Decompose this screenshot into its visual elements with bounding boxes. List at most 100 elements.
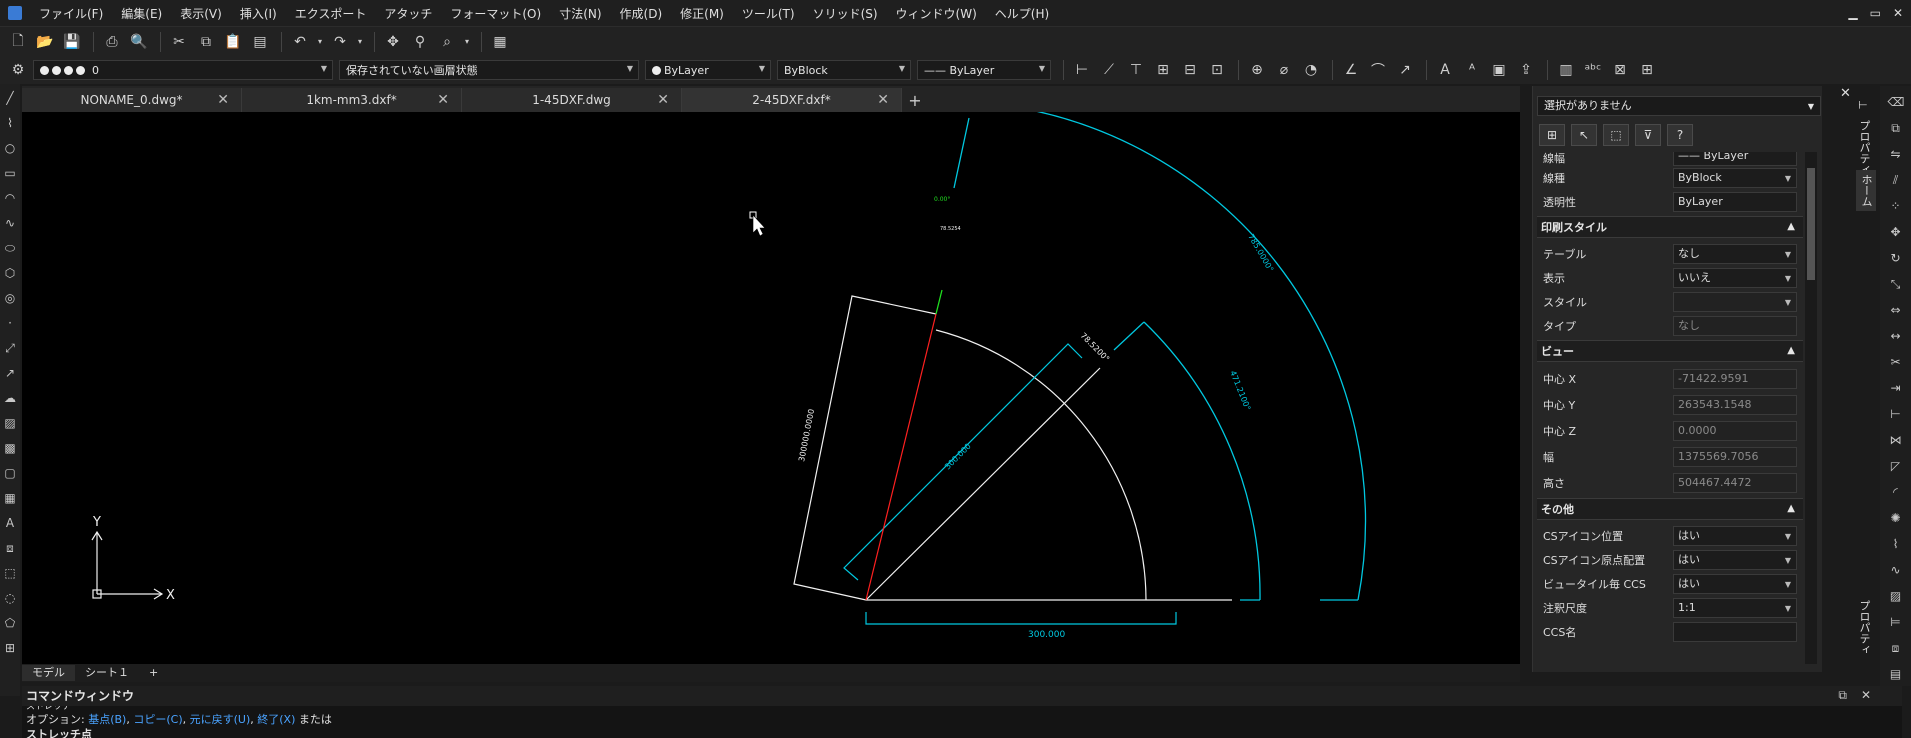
option-exit-link[interactable]: 終了(X): [257, 713, 295, 726]
rectangle-icon[interactable]: ▭: [2, 165, 18, 181]
align-icon[interactable]: ⊨: [1888, 614, 1904, 630]
help-icon[interactable]: ?: [1667, 124, 1693, 146]
drawing-canvas[interactable]: Y X 300.000 300.000 300000.0000 78.5200°…: [22, 112, 1520, 664]
dim-aligned-icon[interactable]: ⟋: [1097, 58, 1121, 82]
outer-arc[interactable]: [969, 112, 1367, 601]
ray-icon[interactable]: ↗: [2, 365, 18, 381]
layer-dropdown[interactable]: 0 ▼: [33, 60, 333, 80]
undo-icon[interactable]: ↶: [288, 30, 312, 54]
print-icon[interactable]: ⎙: [100, 30, 124, 54]
menu-item[interactable]: ソリッド(S): [804, 5, 887, 22]
bottom-dimension[interactable]: [865, 612, 1177, 625]
dim-update-icon[interactable]: ⇪: [1514, 58, 1538, 82]
circle-icon[interactable]: ○: [2, 140, 18, 156]
menu-item[interactable]: ツール(T): [733, 5, 804, 22]
print-preview-icon[interactable]: 🔍: [127, 30, 151, 54]
selected-line[interactable]: [865, 313, 937, 601]
drawing-svg[interactable]: Y X 300.000 300.000 300000.0000 78.5200°…: [22, 112, 1520, 664]
filter-select-icon[interactable]: ⊽: [1635, 124, 1661, 146]
rotate-icon[interactable]: ↻: [1888, 250, 1904, 266]
scale-icon[interactable]: ⤡: [1888, 276, 1904, 292]
close-icon[interactable]: ✕: [1861, 688, 1871, 703]
diagonal-line[interactable]: [865, 367, 1101, 601]
collapse-icon[interactable]: ▲: [1787, 503, 1795, 514]
menu-item[interactable]: ヘルプ(H): [986, 5, 1058, 22]
fillet-icon[interactable]: ◜: [1888, 484, 1904, 500]
restore-icon[interactable]: ▭: [1870, 6, 1881, 20]
spline-icon[interactable]: ∿: [2, 215, 18, 231]
middle-arc-tick[interactable]: [1113, 321, 1145, 351]
donut-icon[interactable]: ◎: [2, 290, 18, 306]
prop-value-dropdown[interactable]: ▼: [1673, 292, 1797, 312]
menu-item[interactable]: 表示(V): [171, 5, 231, 22]
move-icon[interactable]: ✥: [1888, 224, 1904, 240]
section-print-style[interactable]: 印刷スタイル ▲: [1537, 216, 1803, 238]
tab-sheet1[interactable]: シート１: [75, 665, 139, 681]
point-icon[interactable]: ·: [2, 315, 18, 331]
paste-icon[interactable]: 📋: [221, 30, 245, 54]
dim-arc-icon[interactable]: ⌒: [1366, 58, 1390, 82]
attribute-icon[interactable]: ⊞: [1635, 58, 1659, 82]
close-icon[interactable]: ✕: [1840, 86, 1851, 101]
menu-item[interactable]: ファイル(F): [30, 5, 112, 22]
stretch-icon[interactable]: ⇔: [1888, 302, 1904, 318]
table-icon[interactable]: ▥: [1554, 58, 1578, 82]
join-icon[interactable]: ⋈: [1888, 432, 1904, 448]
collapse-icon[interactable]: ▲: [1787, 345, 1795, 356]
prop-value-dropdown[interactable]: いいえ ▼: [1673, 268, 1797, 288]
mtext-icon[interactable]: A: [2, 515, 18, 531]
erase-icon[interactable]: ⌫: [1888, 94, 1905, 110]
add-tab-button[interactable]: +: [902, 88, 928, 112]
xline-icon[interactable]: ⤢: [2, 340, 18, 356]
text-edit-icon[interactable]: A: [1433, 58, 1457, 82]
arc-icon[interactable]: ◠: [2, 190, 18, 206]
tab-1km-mm3[interactable]: 1km-mm3.dxf* ✕: [242, 88, 462, 112]
menu-item[interactable]: フォーマット(O): [441, 5, 550, 22]
hatch-icon[interactable]: ▨: [2, 415, 18, 431]
prop-value-dropdown[interactable]: はい ▼: [1673, 550, 1797, 570]
wipeout-icon[interactable]: ◌: [2, 590, 18, 606]
color-dropdown[interactable]: ByLayer ▼: [645, 60, 771, 80]
break-icon[interactable]: ⊢: [1888, 406, 1904, 422]
menu-item[interactable]: 寸法(N): [550, 5, 610, 22]
image-icon[interactable]: ⬠: [2, 615, 18, 631]
zoom-window-icon[interactable]: ⌕: [435, 30, 459, 54]
close-icon[interactable]: ✕: [657, 92, 669, 108]
copy-icon[interactable]: ⧉: [194, 30, 218, 54]
toggle-pickadd-icon[interactable]: ⊞: [1539, 124, 1565, 146]
rotated-rectangle[interactable]: [793, 295, 937, 601]
prop-value-dropdown[interactable]: ByBlock ▼: [1673, 168, 1797, 188]
prop-value[interactable]: —— ByLayer: [1673, 152, 1797, 166]
prop-value-dropdown[interactable]: はい ▼: [1673, 526, 1797, 546]
tab-model[interactable]: モデル: [22, 665, 75, 681]
selection-dropdown[interactable]: 選択がありません ▼: [1537, 96, 1821, 116]
menu-item[interactable]: 編集(E): [112, 5, 171, 22]
zoom-dropdown-icon[interactable]: ▾: [462, 30, 472, 54]
dim-baseline-icon[interactable]: ⊞: [1151, 58, 1175, 82]
menu-item[interactable]: 修正(M): [671, 5, 733, 22]
add-layout-button[interactable]: +: [139, 665, 168, 681]
ellipse-icon[interactable]: ⬭: [2, 240, 18, 256]
edit-polyline-icon[interactable]: ⌇: [1888, 536, 1904, 552]
prop-value-dropdown[interactable]: 1:1 ▼: [1673, 598, 1797, 618]
revcloud-icon[interactable]: ☁: [2, 390, 18, 406]
tab-noname-0[interactable]: NONAME_0.dwg* ✕: [22, 88, 242, 112]
linetype-dropdown[interactable]: ByBlock ▼: [777, 60, 911, 80]
close-icon[interactable]: ✕: [1893, 6, 1903, 20]
close-icon[interactable]: ✕: [437, 92, 449, 108]
pan-icon[interactable]: ✥: [381, 30, 405, 54]
new-file-icon[interactable]: 🗋: [6, 30, 30, 54]
dim-center-icon[interactable]: ⊕: [1245, 58, 1269, 82]
explode-icon[interactable]: ✺: [1888, 510, 1904, 526]
pin-icon[interactable]: ⊥: [1856, 100, 1869, 110]
dim-quick-icon[interactable]: ⊡: [1205, 58, 1229, 82]
redo-icon[interactable]: ↷: [328, 30, 352, 54]
layer-state-dropdown[interactable]: 保存されていない画層状態 ▼: [339, 60, 639, 80]
scrollbar-thumb[interactable]: [1807, 168, 1815, 280]
close-icon[interactable]: ✕: [877, 92, 889, 108]
properties-icon[interactable]: ▤: [1888, 666, 1904, 682]
select-objects-icon[interactable]: ↖: [1571, 124, 1597, 146]
array-icon[interactable]: ⁘: [1888, 198, 1904, 214]
dim-angular-icon[interactable]: ∠: [1339, 58, 1363, 82]
table-icon[interactable]: ▦: [2, 490, 18, 506]
